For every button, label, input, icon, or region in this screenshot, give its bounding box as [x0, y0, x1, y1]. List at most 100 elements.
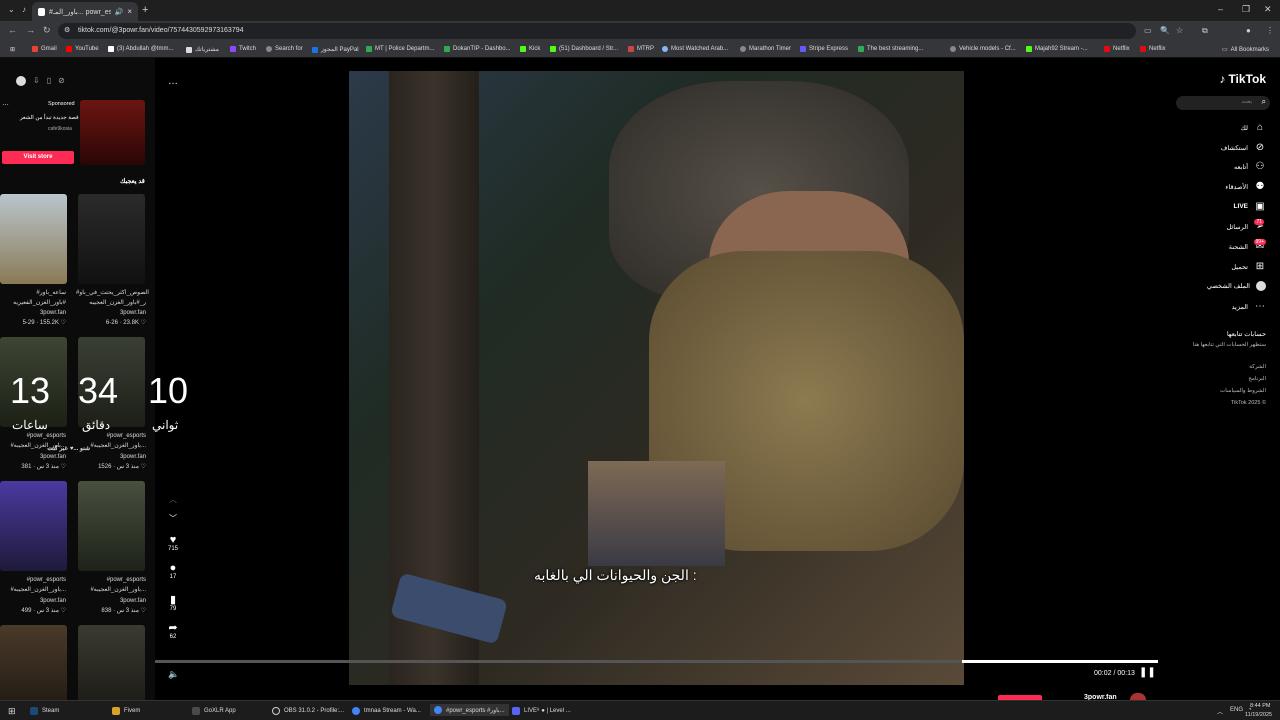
- taskbar-fivem[interactable]: Fivem: [112, 707, 140, 715]
- tiktok-logo[interactable]: ♪ TikTok: [1219, 72, 1266, 86]
- reload-icon[interactable]: ↻: [43, 25, 51, 36]
- new-tab-icon[interactable]: +: [142, 4, 148, 16]
- sponsor-thumbnail[interactable]: [80, 100, 145, 165]
- progress-track: [155, 660, 962, 663]
- countdown-seconds-label: ثواني: [152, 418, 179, 432]
- menu-icon[interactable]: ⋮: [1266, 26, 1274, 35]
- footer-company[interactable]: الشركة: [1249, 364, 1266, 370]
- bookmark-streaming[interactable]: The best streaming...: [858, 46, 923, 52]
- clock-time[interactable]: 8:44 PM: [1250, 703, 1270, 709]
- taskbar-chrome-2[interactable]: #powr_esports #باور...: [430, 704, 509, 716]
- search-icon[interactable]: ⌕: [1262, 97, 1266, 107]
- bookmark-gmail[interactable]: Gmail: [32, 46, 57, 52]
- zoom-icon[interactable]: 🔍: [1160, 26, 1170, 35]
- video-player[interactable]: الجن والحيوانات الي بالغابه :: [349, 71, 964, 685]
- extensions-icon[interactable]: ⧉: [1202, 26, 1208, 36]
- thumb-2-user: 3powr.fan: [119, 310, 146, 316]
- bookmark-mtrp[interactable]: MTRP: [628, 46, 654, 52]
- folder-icon: ▭: [1222, 47, 1228, 53]
- language-indicator[interactable]: ENG: [1230, 707, 1243, 713]
- bookmark-star-icon[interactable]: ☆: [1176, 26, 1183, 35]
- nav-more[interactable]: المزيد ⋯: [1232, 301, 1266, 312]
- bookmark-vehicle[interactable]: Vehicle models - Cf...: [950, 46, 1016, 52]
- volume-icon[interactable]: 🔈: [168, 669, 179, 680]
- taskbar-chrome-1[interactable]: tmnaa Stream - Wa...: [352, 707, 421, 715]
- thumb-2[interactable]: [78, 194, 145, 284]
- visit-store-button[interactable]: Visit store: [2, 151, 74, 164]
- all-bookmarks[interactable]: ▭ All Bookmarks: [1222, 46, 1269, 54]
- nav-explore[interactable]: استكشاف ⊘: [1221, 142, 1266, 153]
- bookmark-dokantip[interactable]: DokanTIP - Dashbo...: [444, 46, 511, 52]
- bookmark-dashboard[interactable]: (51) Dashboard / Str...: [550, 46, 618, 52]
- bookmark-search[interactable]: Search for: [266, 46, 303, 52]
- minimize-icon[interactable]: –: [1218, 4, 1223, 14]
- url-input[interactable]: ⚙ tiktok.com/@3powr.fan/video/7574430592…: [58, 23, 1136, 39]
- video-timecode: 00:02 / 00:13: [1094, 670, 1135, 677]
- comment-button[interactable]: ● 17: [163, 562, 183, 580]
- forward-icon[interactable]: →: [26, 25, 35, 35]
- taskbar-steam[interactable]: Steam: [30, 707, 59, 715]
- download-icon[interactable]: ⇩: [33, 76, 40, 86]
- bookmark-x[interactable]: (3) Abdullah @tmm...: [108, 46, 173, 52]
- options-icon[interactable]: …: [168, 76, 178, 87]
- pause-icon[interactable]: ❚❚: [1139, 667, 1156, 678]
- share-button[interactable]: ➦ 62: [163, 622, 183, 640]
- tiktok-tab-icon[interactable]: ♪: [22, 5, 26, 14]
- back-icon[interactable]: ←: [8, 25, 17, 35]
- bookmark-police[interactable]: MT | Police Departm...: [366, 46, 434, 52]
- tray-chevron-icon[interactable]: ︿: [1217, 707, 1223, 716]
- bookmark-youtube[interactable]: YouTube: [66, 46, 99, 52]
- bookmark-marathon[interactable]: Marathon Timer: [740, 46, 791, 52]
- save-button[interactable]: ▮ 79: [163, 594, 183, 612]
- thumb-8[interactable]: [78, 625, 145, 700]
- more-icon[interactable]: …: [2, 100, 9, 107]
- bookmark-kick[interactable]: Kick: [520, 46, 540, 52]
- bookmark-netflix-1[interactable]: Netflix: [1104, 46, 1130, 52]
- footer-program[interactable]: البرنامج: [1248, 376, 1266, 382]
- close-window-icon[interactable]: ✕: [1264, 4, 1272, 15]
- nav-friends[interactable]: الأصدقاء ⚉: [1225, 181, 1266, 192]
- audio-icon[interactable]: 🔊: [115, 8, 124, 16]
- footer-terms[interactable]: الشروط والسياسات: [1220, 388, 1266, 394]
- search-input[interactable]: بحث ⌕: [1176, 96, 1270, 110]
- thumb-6[interactable]: [78, 481, 145, 571]
- close-tab-icon[interactable]: ×: [127, 7, 132, 16]
- active-tab[interactable]: #باور_المـ... powr_esports# 🔊 ×: [32, 2, 138, 21]
- restore-icon[interactable]: ❐: [1242, 4, 1250, 15]
- start-icon[interactable]: ⊞: [8, 706, 16, 717]
- taskbar-goxlr[interactable]: GoXLR App: [192, 707, 236, 715]
- cast-icon[interactable]: ▭: [1144, 26, 1152, 35]
- apps-icon[interactable]: ⊞: [10, 46, 15, 53]
- thumb-5-user: 3powr.fan: [39, 598, 66, 604]
- nav-live[interactable]: LIVE ▣: [1234, 201, 1266, 212]
- bookmark-netflix-2[interactable]: Netflix: [1140, 46, 1166, 52]
- nav-profile[interactable]: الملف الشخصي: [1207, 281, 1266, 291]
- nav-upload[interactable]: تحميل ⊞: [1231, 261, 1266, 272]
- tab-search-icon[interactable]: ⌄: [8, 5, 15, 14]
- bottom-avatar[interactable]: [1130, 693, 1146, 700]
- like-button[interactable]: ♥ 715: [163, 534, 183, 552]
- clock-date[interactable]: 11/19/2025: [1245, 712, 1272, 718]
- avatar-icon[interactable]: [16, 76, 26, 86]
- bookmark-paypal[interactable]: المجوز PayPal: [312, 46, 359, 53]
- next-video-icon[interactable]: ﹀: [169, 513, 177, 524]
- thumb-1[interactable]: [0, 194, 67, 284]
- device-icon[interactable]: ▯: [47, 76, 51, 86]
- messages-badge: 71: [1254, 219, 1264, 225]
- site-info-icon[interactable]: ⚙: [64, 26, 70, 34]
- bookmark-most-watched[interactable]: Most Watched Arab...: [662, 46, 728, 52]
- bookmark-stripe[interactable]: Stripe Express: [800, 46, 848, 52]
- bookmark-majah[interactable]: Majah92 Stream -...: [1026, 46, 1088, 52]
- thumb-5[interactable]: [0, 481, 67, 571]
- profile-icon[interactable]: ●: [1246, 26, 1251, 35]
- taskbar-obs[interactable]: OBS 31.0.2 - Profile:...: [272, 707, 344, 715]
- thumb-7[interactable]: [0, 625, 67, 700]
- nav-following[interactable]: أتابعه ⚇: [1234, 161, 1266, 172]
- nav-for-you[interactable]: لك ⌂: [1241, 122, 1266, 133]
- compass-icon[interactable]: ⊘: [58, 76, 65, 86]
- bookmark-twitch[interactable]: Twitch: [230, 46, 256, 52]
- bookmark-purchases[interactable]: مشترياتك: [186, 46, 219, 53]
- taskbar-discord[interactable]: LIVE⁸ ● | Level ...: [512, 707, 571, 715]
- prev-video-icon[interactable]: ︿: [169, 494, 177, 505]
- video-progress-bar[interactable]: [155, 660, 1158, 663]
